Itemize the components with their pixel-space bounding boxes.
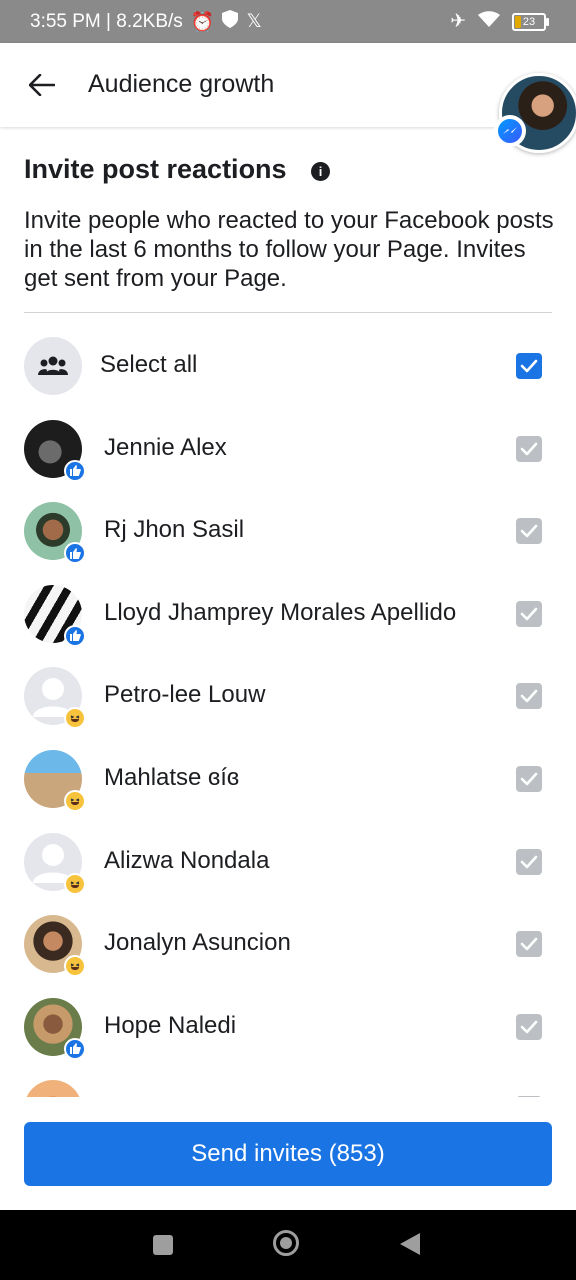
checkmark-icon [520,855,538,868]
checkmark-icon [520,607,538,621]
battery-icon: 23 [512,12,549,31]
app-bar: Audience growth [0,43,576,127]
like-reaction-icon [64,542,86,565]
haha-reaction-icon [64,955,86,978]
person-name: Lloyd Jhamprey Morales Apellido [104,598,457,626]
list-item[interactable]: Jonalyn Asuncion [0,903,576,986]
status-time: 3:55 PM | 8.2KB/s [30,10,183,32]
person-checkbox[interactable] [516,600,542,627]
back-triangle-icon[interactable] [400,1233,420,1255]
status-bar: 3:55 PM | 8.2KB/s ⏰ 𝕏 ✈ 23 [0,0,576,43]
wifi-icon [478,10,500,33]
person-name: Rj Jhon Sasil [104,516,245,544]
list-item[interactable]: Alizwa Nondala [0,821,576,904]
checkmark-icon [520,690,538,703]
arrow-left-icon [29,74,55,96]
battery-level: 23 [522,15,536,28]
list-item[interactable]: Rj Jhon Sasil [0,490,576,573]
person-checkbox[interactable] [516,1013,542,1040]
person-checkbox[interactable] [516,848,542,875]
list-item[interactable]: Hope Naledi [0,986,576,1069]
people-list[interactable]: Select all Jennie Alex Rj Jhon Sasil Llo… [0,325,576,1097]
messenger-badge[interactable] [496,117,524,145]
checkmark-icon [520,937,538,951]
select-all-row[interactable]: Select all [0,325,576,408]
home-icon[interactable] [273,1230,299,1256]
haha-reaction-icon [64,789,86,812]
checkmark-icon [520,359,538,373]
list-item-partial[interactable] [0,1068,576,1097]
checkmark-icon [520,524,538,538]
avatar [24,1080,82,1097]
person-checkbox[interactable] [516,931,542,958]
page-title: Audience growth [88,70,275,98]
list-item[interactable]: Mahlatse ɞíɞ [0,738,576,821]
person-name: Alizwa Nondala [104,846,270,874]
list-item[interactable]: Petro-lee Louw [0,655,576,738]
section-title: Invite post reactions [24,154,287,184]
select-all-checkbox[interactable] [516,353,542,379]
checkmark-icon [520,442,538,455]
person-checkbox[interactable] [516,435,542,462]
send-invites-button[interactable]: Send invites (853) [24,1122,552,1186]
recents-icon[interactable] [153,1235,173,1255]
person-name: Jennie Alex [104,433,227,461]
person-checkbox[interactable] [516,683,542,710]
like-reaction-icon [64,459,86,482]
haha-reaction-icon [64,872,86,895]
list-item[interactable]: Lloyd Jhamprey Morales Apellido [0,573,576,656]
person-checkbox[interactable] [516,518,542,545]
person-checkbox[interactable] [516,765,542,792]
person-name: Petro-lee Louw [104,681,266,709]
system-nav-bar [0,1210,576,1280]
info-icon[interactable]: i [311,162,330,181]
shield-icon [222,9,239,34]
divider [24,312,552,313]
back-button[interactable] [22,65,62,105]
alarm-icon: ⏰ [190,11,215,33]
person-checkbox[interactable] [516,1096,542,1097]
haha-reaction-icon [64,707,86,730]
person-name: Hope Naledi [104,1011,237,1039]
like-reaction-icon [64,624,86,647]
messenger-icon [498,119,522,143]
x-logo-icon: 𝕏 [246,11,262,32]
select-all-label: Select all [100,351,198,378]
checkmark-icon [520,1020,538,1034]
like-reaction-icon [64,1037,86,1060]
checkmark-icon [520,772,538,786]
section-description: Invite people who reacted to your Facebo… [24,207,554,292]
list-item[interactable]: Jennie Alex [0,408,576,491]
person-name: Jonalyn Asuncion [104,929,291,957]
airplane-icon: ✈ [450,11,466,32]
person-name: Mahlatse ɞíɞ [104,763,240,791]
group-icon [24,337,82,395]
